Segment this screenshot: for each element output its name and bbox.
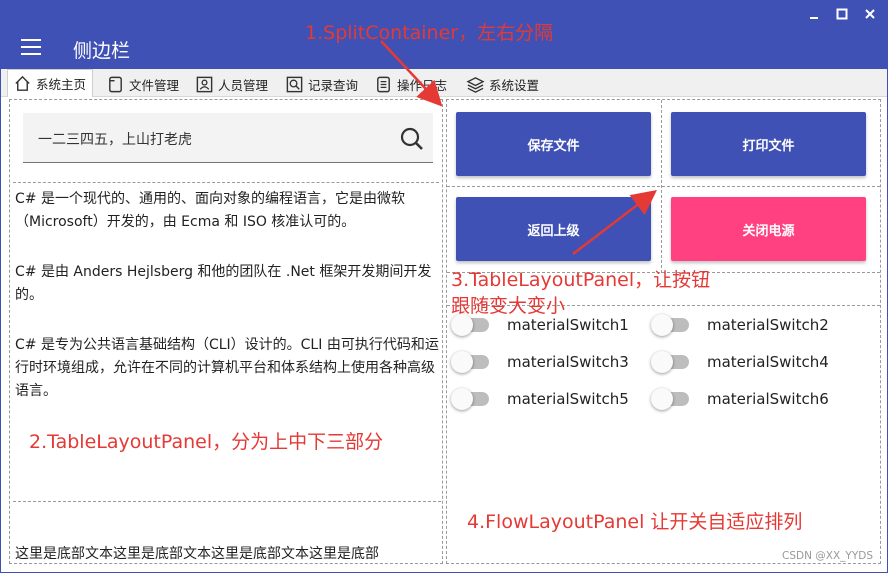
user-icon xyxy=(194,74,214,94)
save-file-button[interactable]: 保存文件 xyxy=(456,112,651,176)
tab-file-management[interactable]: 文件管理 xyxy=(101,71,185,97)
tab-label: 操作日志 xyxy=(397,77,448,93)
home-icon xyxy=(12,74,32,94)
switch-label: materialSwitch6 xyxy=(707,390,829,408)
maximize-icon xyxy=(836,8,848,20)
switch-thumb[interactable] xyxy=(651,351,673,373)
search-icon xyxy=(284,74,304,94)
back-button[interactable]: 返回上级 xyxy=(456,197,651,261)
tab-bar: 系统主页 文件管理 人员管理 记录查询 操作日志 系统设置 xyxy=(1,69,887,97)
right-split-panel: 保存文件 打印文件 返回上级 关闭电源 materialSwitch1 mate… xyxy=(446,99,881,564)
paragraph-text: C# 是专为公共语言基础结构（CLI）设计的。CLI 由可执行代码和运行时环境组… xyxy=(15,337,439,399)
tab-operation-log[interactable]: 操作日志 xyxy=(369,71,453,97)
watermark: CSDN @XX_YYDS xyxy=(782,550,873,562)
bottom-text: 这里是底部文本这里是底部文本这里是底部文本这里是底部 xyxy=(15,546,379,562)
left-bottom-section: 这里是底部文本这里是底部文本这里是底部文本这里是底部 xyxy=(13,505,441,563)
switch-track[interactable] xyxy=(451,351,489,373)
tab-home[interactable]: 系统主页 xyxy=(7,69,94,97)
paragraph-text: C# 是一个现代的、通用的、面向对象的编程语言，它是由微软（Microsoft）… xyxy=(15,191,405,230)
grid-divider xyxy=(447,186,880,187)
annotation-splitcontainer: 1.SplitContainer，左右分隔 xyxy=(305,22,554,44)
switch-label: materialSwitch5 xyxy=(507,390,629,408)
annotation-tablelayout-left: 2.TableLayoutPanel，分为上中下三部分 xyxy=(29,431,384,453)
tab-label: 系统主页 xyxy=(36,77,87,92)
material-switch[interactable]: materialSwitch1 xyxy=(451,314,629,336)
switch-label: materialSwitch4 xyxy=(707,353,829,371)
layers-icon xyxy=(465,74,485,94)
switch-track[interactable] xyxy=(451,388,489,410)
close-icon xyxy=(865,9,875,19)
material-switch[interactable]: materialSwitch5 xyxy=(451,388,629,410)
tab-system-settings[interactable]: 系统设置 xyxy=(461,71,545,97)
window-title: 侧边栏 xyxy=(73,40,131,62)
tab-record-query[interactable]: 记录查询 xyxy=(280,71,364,97)
material-switch[interactable]: materialSwitch3 xyxy=(451,351,629,373)
window-controls xyxy=(807,7,877,21)
switch-track[interactable] xyxy=(651,388,689,410)
switch-thumb[interactable] xyxy=(651,388,673,410)
annotation-tablelayout-buttons: 3.TableLayoutPanel，让按钮 xyxy=(451,269,711,291)
maximize-button[interactable] xyxy=(835,7,849,21)
paragraph-text: C# 是由 Anders Hejlsberg 和他的团队在 .Net 框架开发期… xyxy=(15,264,432,303)
print-file-button[interactable]: 打印文件 xyxy=(671,112,866,176)
switch-label: materialSwitch1 xyxy=(507,316,629,334)
switch-track[interactable] xyxy=(451,314,489,336)
material-switch[interactable]: materialSwitch4 xyxy=(651,351,829,373)
menu-icon[interactable] xyxy=(21,39,41,55)
annotation-tablelayout-buttons-line2: 跟随变大变小 xyxy=(451,295,566,317)
minimize-button[interactable] xyxy=(807,7,821,21)
tab-label: 文件管理 xyxy=(129,77,180,93)
left-split-panel: 一二三四五，上山打老虎 C# 是一个现代的、通用的、面向对象的编程语言，它是由微… xyxy=(9,99,443,564)
search-icon[interactable] xyxy=(399,126,425,152)
switch-thumb[interactable] xyxy=(651,314,673,336)
app-window: 侧边栏 系统主页 文件管理 人员管理 记录查询 操作日志 系统设置 一二三四五，… xyxy=(0,0,888,573)
switch-thumb[interactable] xyxy=(451,388,473,410)
power-off-button[interactable]: 关闭电源 xyxy=(671,197,866,261)
tab-label: 系统设置 xyxy=(489,77,540,93)
tab-label: 记录查询 xyxy=(308,77,359,93)
button-table-layout: 保存文件 打印文件 返回上级 关闭电源 xyxy=(447,100,880,273)
material-switch[interactable]: materialSwitch6 xyxy=(651,388,829,410)
close-button[interactable] xyxy=(863,7,877,21)
switch-label: materialSwitch3 xyxy=(507,353,629,371)
switch-track[interactable] xyxy=(651,314,689,336)
tab-user-management[interactable]: 人员管理 xyxy=(190,71,274,97)
material-switch[interactable]: materialSwitch2 xyxy=(651,314,829,336)
annotation-flowlayout: 4.FlowLayoutPanel 让开关自适应排列 xyxy=(467,511,803,533)
switch-label: materialSwitch2 xyxy=(707,316,829,334)
switch-thumb[interactable] xyxy=(451,351,473,373)
list-icon xyxy=(373,74,393,94)
file-icon xyxy=(105,74,125,94)
search-input[interactable]: 一二三四五，上山打老虎 xyxy=(23,113,433,163)
left-middle-section: C# 是一个现代的、通用的、面向对象的编程语言，它是由微软（Microsoft）… xyxy=(13,186,441,502)
switch-track[interactable] xyxy=(651,351,689,373)
left-top-section: 一二三四五，上山打老虎 xyxy=(13,103,439,183)
minimize-icon xyxy=(810,17,818,19)
tab-label: 人员管理 xyxy=(218,77,269,93)
search-input-value: 一二三四五，上山打老虎 xyxy=(38,132,192,148)
